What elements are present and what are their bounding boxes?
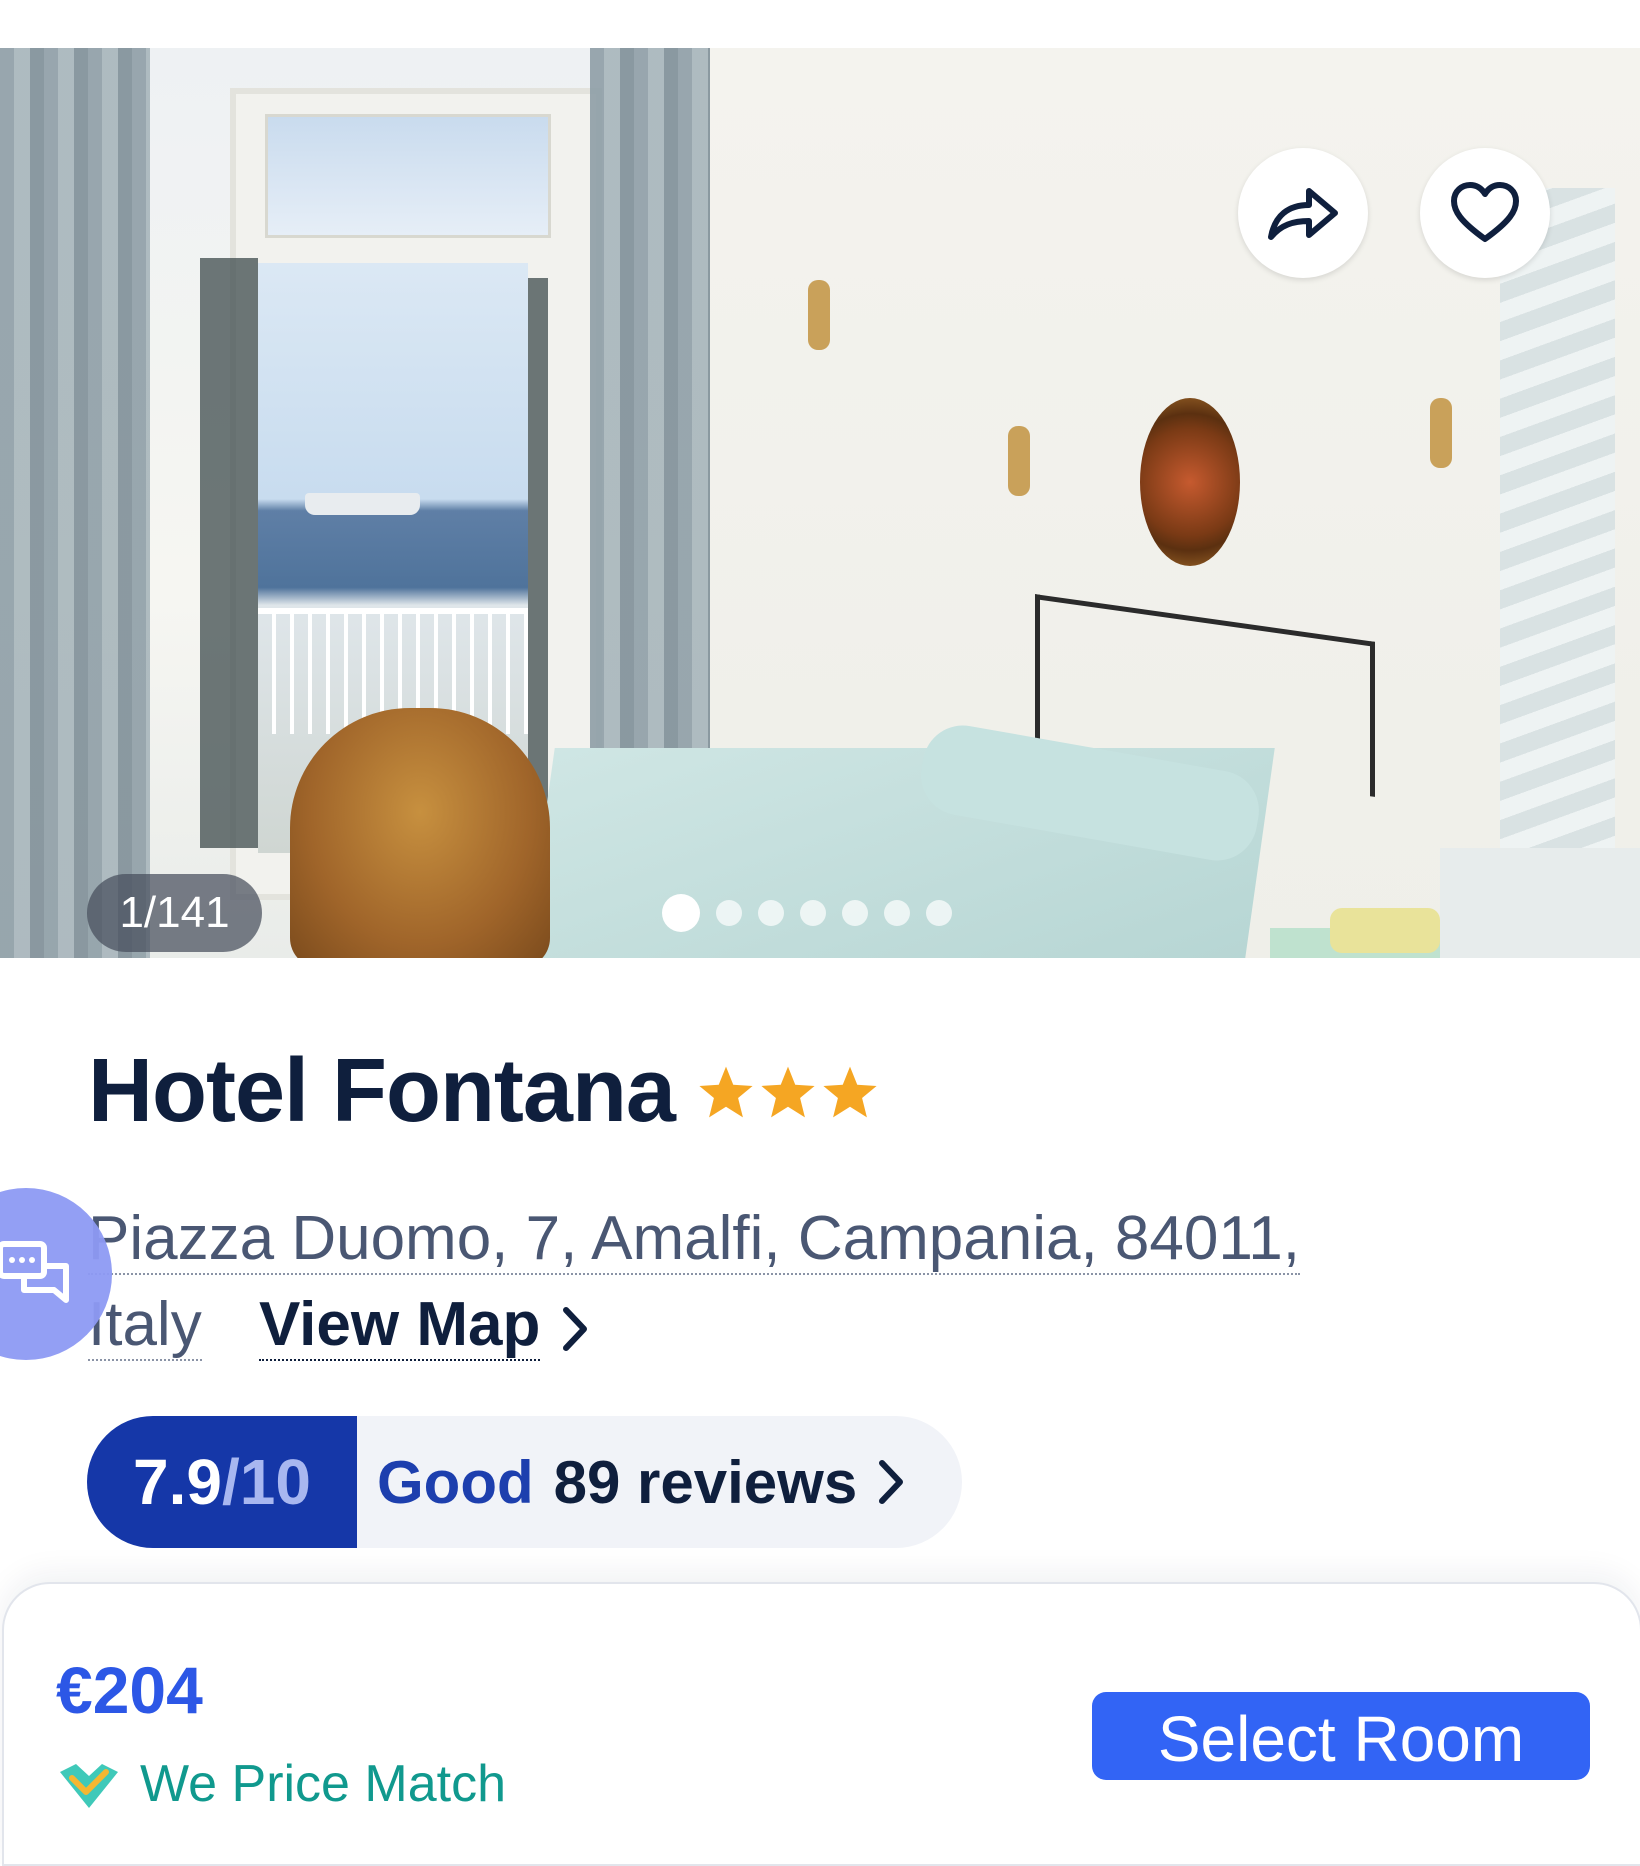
booking-bar: €204 We Price Match Select Room — [2, 1582, 1640, 1866]
chat-icon — [0, 1241, 69, 1303]
view-map-link[interactable]: View Map — [258, 1290, 592, 1361]
select-room-button[interactable]: Select Room — [1092, 1692, 1590, 1780]
pagination-dot[interactable] — [842, 900, 868, 926]
pagination-dot[interactable] — [884, 900, 910, 926]
star-icon — [699, 1066, 753, 1117]
door-panel-left — [200, 258, 258, 848]
hotel-address: Piazza Duomo, 7, Amalfi, Campania, 84011… — [88, 1196, 1338, 1368]
armchair — [290, 708, 550, 958]
view-map-label: View Map — [258, 1290, 541, 1361]
pagination-dot[interactable] — [716, 900, 742, 926]
share-button[interactable] — [1238, 148, 1368, 278]
gallery-pagination[interactable] — [662, 893, 952, 933]
photo-counter: 1/141 — [87, 874, 262, 952]
review-count: 89 reviews — [553, 1448, 858, 1516]
price-match-label: We Price Match — [140, 1755, 507, 1813]
wall-sconce — [1008, 426, 1030, 496]
favorite-button[interactable] — [1420, 148, 1550, 278]
ship — [305, 493, 420, 515]
pagination-dot[interactable] — [758, 900, 784, 926]
star-icon — [761, 1066, 815, 1117]
star-icon — [823, 1066, 877, 1117]
hotel-name: Hotel Fontana — [88, 1041, 676, 1141]
heart-icon — [1451, 182, 1519, 242]
price-match-badge: We Price Match — [56, 1754, 506, 1814]
transom-window — [265, 114, 551, 238]
rating-summary[interactable]: 7.9/10 Good 89 reviews — [87, 1416, 962, 1548]
wall-sconce — [808, 280, 830, 350]
column — [1500, 188, 1615, 888]
photo-gallery[interactable]: 1/141 — [0, 48, 1640, 958]
score-scale: /10 — [222, 1446, 311, 1518]
price: €204 — [56, 1653, 203, 1727]
price-match-check-icon — [60, 1764, 118, 1808]
curtain-left — [0, 48, 150, 958]
score-value: 7.9 — [133, 1446, 222, 1518]
telephone — [1330, 908, 1440, 953]
star-rating — [697, 1064, 879, 1120]
chevron-right-icon — [879, 1460, 904, 1504]
pagination-dot[interactable] — [662, 894, 700, 932]
share-icon — [1268, 188, 1338, 240]
hotel-header: Hotel Fontana — [88, 1040, 879, 1143]
wall-sconce — [1430, 398, 1452, 468]
rating-label: Good — [377, 1448, 534, 1516]
door-panel-right — [528, 278, 548, 838]
column-base — [1440, 848, 1640, 958]
chevron-right-icon — [562, 1306, 587, 1351]
pagination-dot[interactable] — [926, 900, 952, 926]
pagination-dot[interactable] — [800, 900, 826, 926]
decorative-plate — [1140, 398, 1240, 566]
score-badge: 7.9/10 — [87, 1416, 357, 1548]
